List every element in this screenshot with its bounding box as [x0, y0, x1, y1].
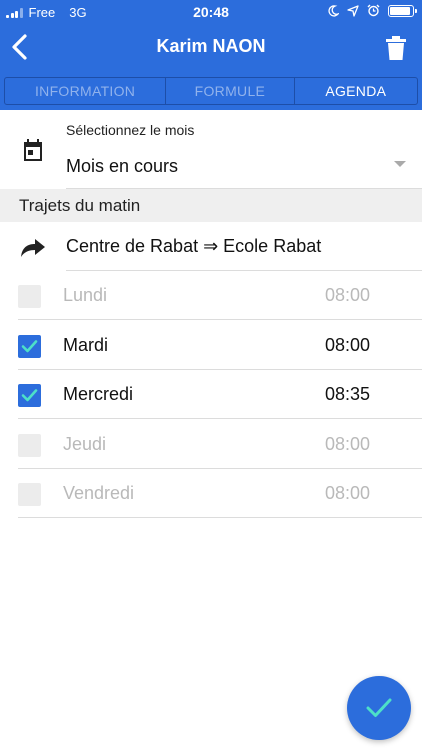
- tab-information[interactable]: INFORMATION: [5, 78, 167, 104]
- tab-agenda[interactable]: AGENDA: [295, 78, 417, 104]
- day-name: Jeudi: [63, 434, 107, 454]
- moon-icon: [328, 4, 339, 17]
- route-label: Centre de Rabat ⇒ Ecole Rabat: [66, 236, 322, 256]
- day-time[interactable]: 08:00: [325, 335, 370, 356]
- day-row-mardi[interactable]: Mardi 08:00: [0, 321, 422, 370]
- day-checkbox[interactable]: [18, 384, 41, 407]
- day-checkbox[interactable]: [18, 483, 41, 506]
- day-row-jeudi[interactable]: Jeudi 08:00: [0, 420, 422, 469]
- trash-icon[interactable]: [386, 36, 406, 60]
- month-select-value[interactable]: Mois en cours: [66, 156, 178, 177]
- alarm-icon: [367, 4, 380, 17]
- location-arrow-icon: [347, 4, 359, 17]
- day-time[interactable]: 08:35: [325, 384, 370, 405]
- section-header: Trajets du matin: [0, 189, 422, 222]
- battery-icon: [388, 4, 417, 17]
- confirm-button[interactable]: [347, 676, 411, 740]
- day-checkbox[interactable]: [18, 434, 41, 457]
- day-row-mercredi[interactable]: Mercredi 08:35: [0, 370, 422, 419]
- day-checkbox[interactable]: [18, 335, 41, 358]
- dropdown-arrow-icon[interactable]: [394, 161, 406, 167]
- day-time[interactable]: 08:00: [325, 434, 370, 455]
- day-time[interactable]: 08:00: [325, 285, 370, 306]
- page-title: Karim NAON: [156, 36, 266, 56]
- tab-formule[interactable]: FORMULE: [166, 78, 295, 104]
- day-name: Vendredi: [63, 483, 135, 503]
- checkmark-icon: [21, 389, 38, 402]
- day-time[interactable]: 08:00: [325, 483, 370, 504]
- share-arrow-icon: [21, 239, 45, 257]
- app-header: Free 3G 20:48 Karim NAON INFORMATION FOR…: [0, 0, 422, 110]
- day-name: Lundi: [63, 285, 108, 305]
- checkmark-icon: [21, 340, 38, 353]
- day-name: Mardi: [63, 335, 109, 355]
- month-select-label: Sélectionnez le mois: [66, 122, 195, 138]
- day-checkbox[interactable]: [18, 285, 41, 308]
- tab-bar: INFORMATION FORMULE AGENDA: [4, 77, 418, 105]
- day-name: Mercredi: [63, 384, 134, 404]
- checkmark-icon: [366, 698, 392, 717]
- calendar-icon: [24, 139, 42, 161]
- status-bar: Free 3G 20:48: [0, 0, 422, 24]
- day-row-vendredi[interactable]: Vendredi 08:00: [0, 469, 422, 518]
- day-row-lundi[interactable]: Lundi 08:00: [0, 271, 422, 320]
